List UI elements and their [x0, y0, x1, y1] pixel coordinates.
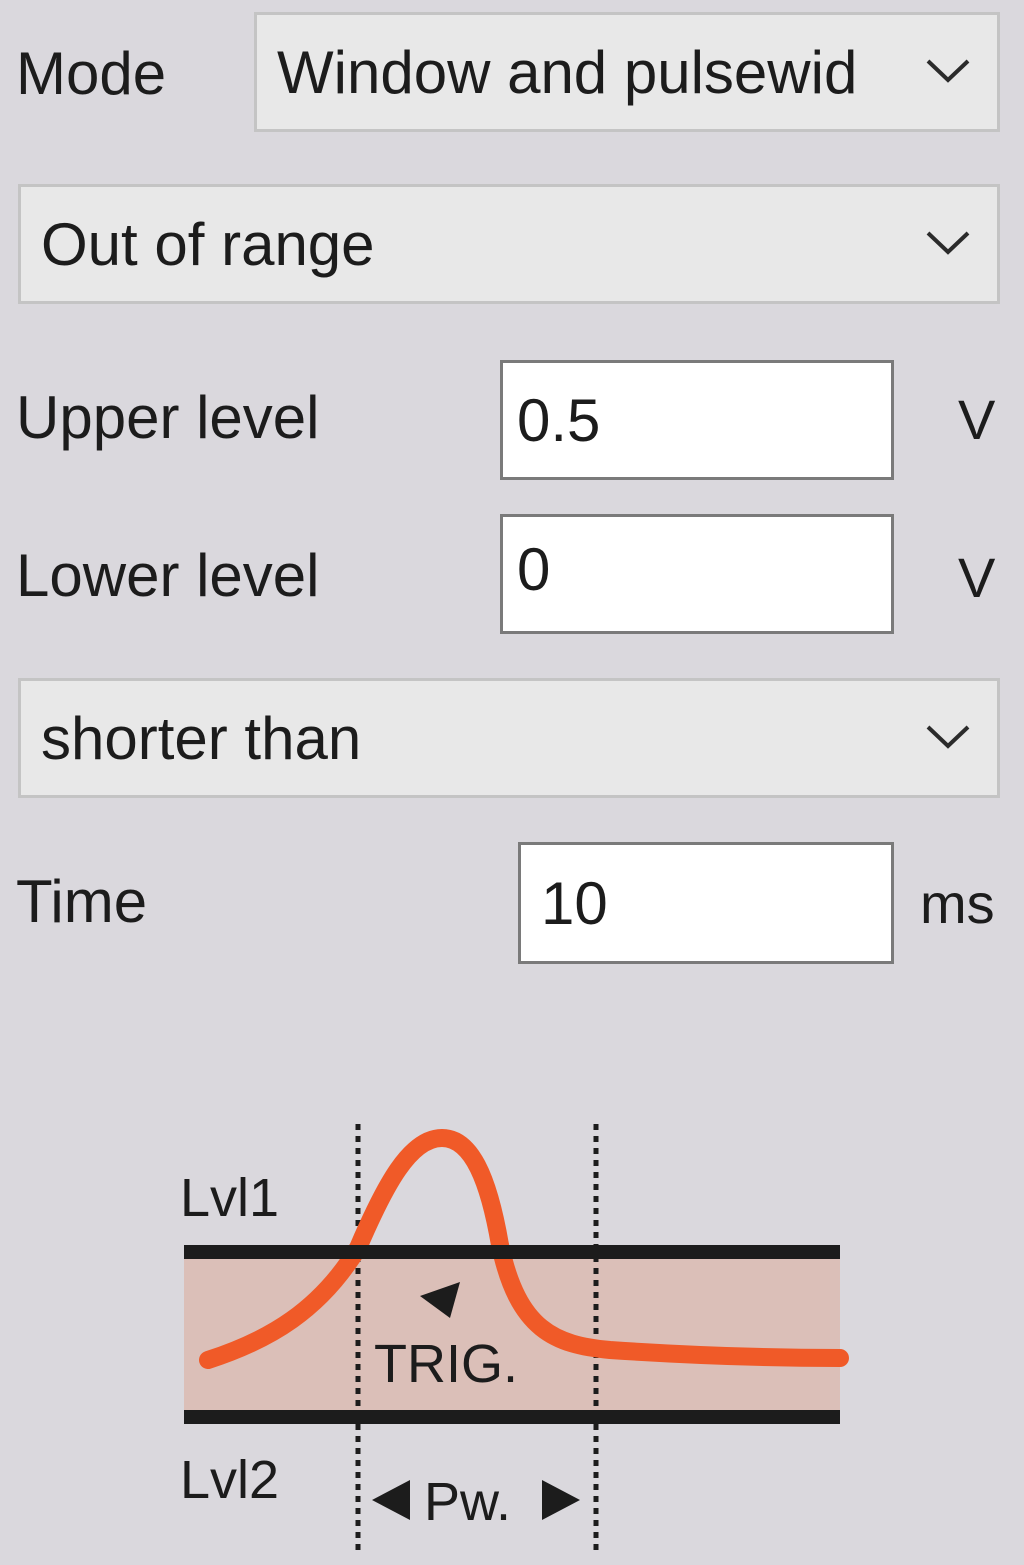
mode-select[interactable]: Window and pulsewid — [254, 12, 1000, 132]
arrow-right-icon — [542, 1480, 580, 1520]
upper-level-label: Upper level — [16, 384, 320, 451]
duration-select-value: shorter than — [41, 704, 362, 772]
upper-level-field[interactable] — [500, 360, 894, 480]
trigger-label: TRIG. — [374, 1334, 518, 1394]
range-select-value: Out of range — [41, 210, 375, 278]
range-select[interactable]: Out of range — [18, 184, 1000, 304]
trigger-diagram: Lvl1 Lvl2 TRIG. Pw. — [180, 1124, 849, 1550]
upper-level-input[interactable] — [503, 363, 891, 477]
level1-label: Lvl1 — [180, 1168, 279, 1228]
level2-label: Lvl2 — [180, 1450, 279, 1510]
lower-level-label: Lower level — [16, 542, 320, 609]
mode-select-value: Window and pulsewid — [277, 38, 858, 106]
mode-label: Mode — [16, 40, 167, 107]
chevron-down-icon — [926, 59, 970, 83]
time-field[interactable] — [518, 842, 894, 964]
arrow-left-icon — [372, 1480, 410, 1520]
duration-select[interactable]: shorter than — [18, 678, 1000, 798]
time-label: Time — [16, 868, 148, 935]
time-input[interactable] — [521, 845, 891, 961]
upper-level-unit: V — [958, 388, 996, 451]
chevron-down-icon — [926, 725, 970, 749]
lower-level-unit: V — [958, 546, 996, 609]
lower-level-input[interactable] — [503, 517, 891, 631]
chevron-down-icon — [926, 231, 970, 255]
lower-level-field[interactable] — [500, 514, 894, 634]
time-unit: ms — [920, 872, 995, 935]
pulsewidth-label: Pw. — [424, 1472, 511, 1532]
